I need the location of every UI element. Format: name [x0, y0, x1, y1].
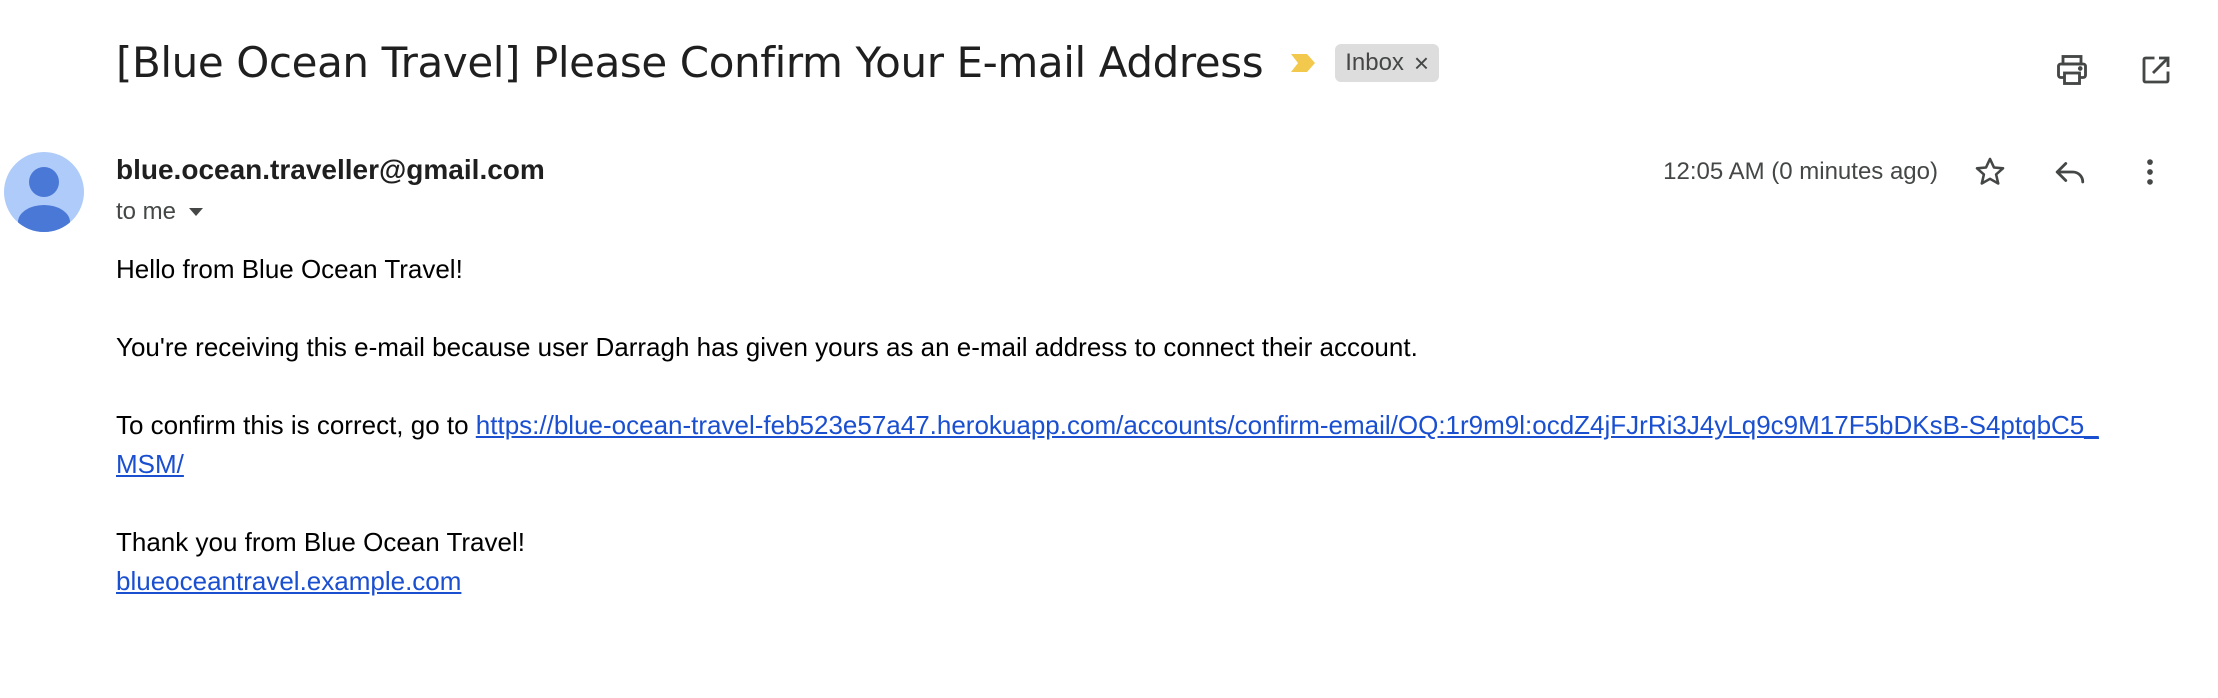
body-reason: You're receiving this e-mail because use…: [116, 332, 1418, 362]
message-time: 12:05 AM (0 minutes ago): [1663, 158, 1938, 185]
email-body: Hello from Blue Ocean Travel! You're rec…: [116, 250, 2116, 601]
email-subject: [Blue Ocean Travel] Please Confirm Your …: [116, 38, 1264, 87]
label-chip-text: Inbox: [1345, 48, 1404, 76]
more-vert-icon[interactable]: [2128, 150, 2172, 194]
site-link[interactable]: blueoceantravel.example.com: [116, 566, 461, 596]
print-icon[interactable]: [2050, 48, 2094, 92]
message-actions: 12:05 AM (0 minutes ago): [1663, 150, 2172, 194]
confirm-prefix: To confirm this is correct, go to: [116, 410, 476, 440]
star-icon[interactable]: [1968, 150, 2012, 194]
subject-row: [Blue Ocean Travel] Please Confirm Your …: [116, 38, 1440, 87]
person-avatar-icon: [18, 167, 70, 232]
body-thanks: Thank you from Blue Ocean Travel!: [116, 527, 525, 557]
top-actions: [2050, 48, 2178, 92]
label-chip-inbox[interactable]: Inbox ×: [1335, 43, 1440, 82]
body-site: blueoceantravel.example.com: [116, 562, 2116, 601]
reply-icon[interactable]: [2048, 150, 2092, 194]
open-in-new-window-icon[interactable]: [2134, 48, 2178, 92]
remove-label-icon[interactable]: ×: [1414, 50, 1429, 76]
recipient-label: to me: [116, 198, 177, 225]
recipient-details-toggle[interactable]: to me: [116, 198, 204, 226]
body-greeting: Hello from Blue Ocean Travel!: [116, 254, 463, 284]
sender-avatar: [4, 152, 84, 232]
dropdown-arrow-icon: [189, 208, 204, 216]
body-confirm: To confirm this is correct, go to https:…: [116, 406, 2116, 484]
importance-marker-icon[interactable]: [1289, 50, 1319, 76]
sender-email[interactable]: blue.ocean.traveller@gmail.com: [116, 154, 545, 186]
